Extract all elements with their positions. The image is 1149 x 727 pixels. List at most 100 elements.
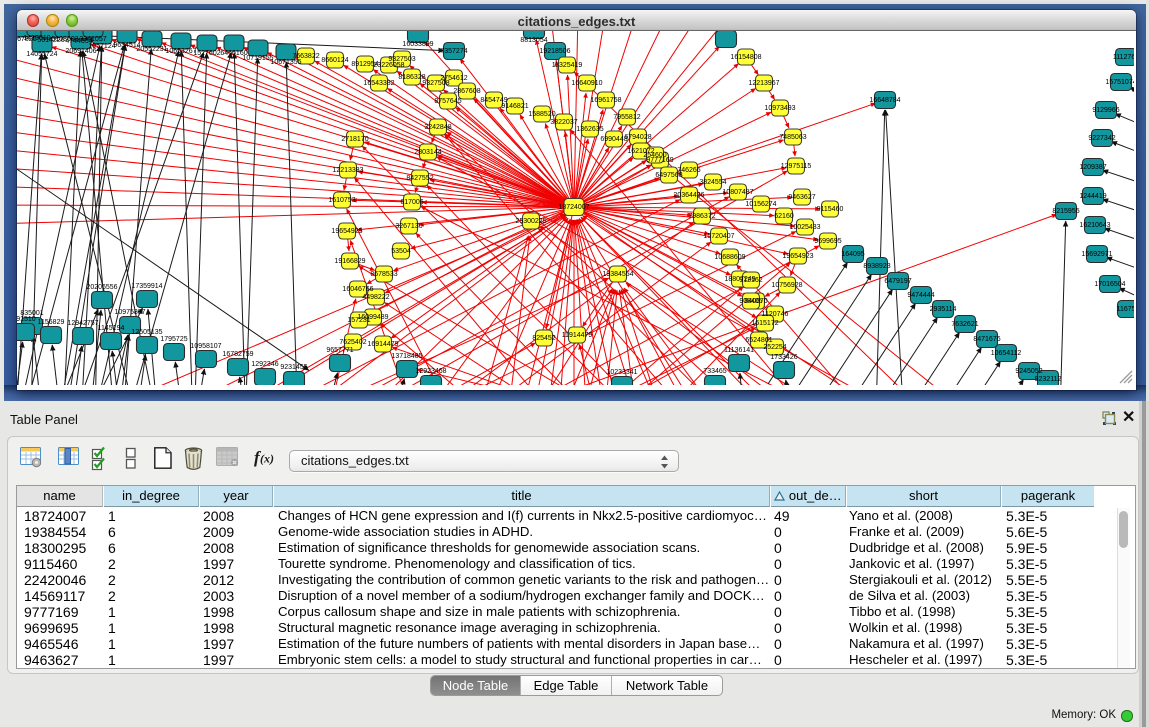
svg-text:17016504: 17016504 [1094, 281, 1125, 288]
svg-text:8427552: 8427552 [406, 175, 433, 182]
svg-text:10756928: 10756928 [771, 282, 802, 289]
svg-text:15751074: 15751074 [1105, 79, 1134, 86]
svg-text:16154808: 16154808 [730, 54, 761, 61]
svg-text:3267130: 3267130 [395, 223, 422, 230]
svg-text:6479197: 6479197 [884, 278, 911, 285]
svg-text:7663822: 7663822 [292, 53, 319, 60]
svg-text:8215955: 8215955 [1052, 208, 1079, 215]
svg-text:23226058: 23226058 [373, 62, 404, 69]
svg-text:19384554: 19384554 [602, 271, 633, 278]
svg-text:1527602: 1527602 [193, 50, 220, 57]
svg-text:9232112: 9232112 [1035, 376, 1062, 383]
svg-text:7357274: 7357274 [440, 48, 467, 55]
svg-text:17359914: 17359914 [131, 283, 162, 290]
svg-text:20364436: 20364436 [673, 192, 704, 199]
svg-text:11136141: 11136141 [724, 347, 754, 354]
svg-text:19654925: 19654925 [331, 228, 362, 235]
svg-text:8471676: 8471676 [973, 336, 1000, 343]
svg-text:9129966: 9129966 [1092, 107, 1119, 114]
svg-text:8660124: 8660124 [321, 57, 348, 64]
svg-text:10973493: 10973493 [764, 105, 795, 112]
svg-text:12505135: 12505135 [131, 329, 162, 336]
svg-text:252254: 252254 [763, 344, 786, 351]
svg-text:19654923: 19654923 [782, 253, 813, 260]
svg-text:1209387: 1209387 [1079, 164, 1106, 171]
svg-text:16543382: 16543382 [363, 80, 394, 87]
svg-text:16782759: 16782759 [222, 351, 253, 358]
svg-text:1244419: 1244419 [1079, 193, 1106, 200]
svg-text:116753: 116753 [1117, 306, 1134, 313]
svg-text:10653267: 10653267 [165, 48, 196, 55]
svg-text:1112763: 1112763 [1113, 54, 1134, 61]
svg-text:16210643: 16210643 [1079, 222, 1110, 229]
svg-text:9463627: 9463627 [788, 194, 815, 201]
svg-text:16914479: 16914479 [367, 341, 398, 348]
svg-text:20206556: 20206556 [86, 284, 117, 291]
svg-text:9231455: 9231455 [280, 364, 307, 371]
svg-text:15692971: 15692971 [1081, 251, 1112, 258]
svg-text:733465: 733465 [703, 368, 726, 375]
svg-text:1615172: 1615172 [751, 320, 778, 327]
svg-text:11914479: 11914479 [562, 332, 593, 339]
svg-text:(x): (x) [260, 452, 274, 466]
svg-text:15720407: 15720407 [703, 233, 734, 240]
svg-text:908405: 908405 [739, 298, 762, 305]
svg-text:3242848: 3242848 [424, 124, 451, 131]
svg-text:10025433: 10025433 [789, 224, 820, 231]
svg-text:12213967: 12213967 [748, 80, 779, 87]
svg-text:10958107: 10958107 [190, 343, 221, 350]
svg-text:12213383: 12213383 [332, 167, 363, 174]
svg-text:11325419: 11325419 [552, 62, 583, 69]
svg-text:9474444: 9474444 [907, 292, 934, 299]
svg-text:2935114: 2935114 [930, 306, 957, 313]
svg-text:7986372: 7986372 [688, 213, 715, 220]
svg-text:62160: 62160 [774, 213, 794, 220]
svg-text:14055724: 14055724 [26, 51, 57, 58]
svg-text:10156274: 10156274 [745, 201, 776, 208]
svg-text:825452: 825452 [532, 335, 555, 342]
svg-text:9146821: 9146821 [501, 103, 528, 110]
svg-text:617006: 617006 [400, 199, 423, 206]
svg-text:12975115: 12975115 [781, 163, 812, 170]
svg-text:53504: 53504 [391, 248, 411, 255]
svg-text:391510: 391510 [17, 316, 36, 323]
svg-text:19166829: 19166829 [334, 258, 365, 265]
svg-text:13718485: 13718485 [391, 353, 422, 360]
svg-text:2867608: 2867608 [453, 88, 480, 95]
svg-text:12942757: 12942757 [67, 320, 98, 327]
svg-text:8938923: 8938923 [863, 263, 890, 270]
svg-text:9227342: 9227342 [1088, 135, 1115, 142]
svg-text:16046766: 16046766 [342, 286, 373, 293]
svg-text:10233341: 10233341 [606, 369, 637, 376]
svg-text:7632621: 7632621 [951, 321, 978, 328]
svg-text:4498222: 4498222 [362, 294, 389, 301]
svg-text:16640910: 16640910 [571, 80, 602, 87]
svg-text:254600: 254600 [643, 152, 666, 159]
svg-text:6524861: 6524861 [745, 337, 772, 344]
svg-text:9657771: 9657771 [326, 347, 353, 354]
svg-text:16033809: 16033809 [402, 41, 433, 48]
svg-text:1362635: 1362635 [576, 126, 603, 133]
svg-text:10654112: 10654112 [991, 350, 1022, 357]
svg-text:7485063: 7485063 [779, 134, 806, 141]
svg-text:8678533: 8678533 [370, 271, 397, 278]
svg-text:1120746: 1120746 [762, 311, 789, 318]
svg-text:157231: 157231 [347, 317, 370, 324]
svg-text:1733426: 1733426 [770, 354, 797, 361]
svg-text:1145194: 1145194 [98, 325, 125, 332]
svg-text:3824554: 3824554 [699, 179, 726, 186]
svg-text:1292346: 1292346 [251, 361, 278, 368]
svg-text:746266: 746266 [677, 167, 700, 174]
svg-text:10975887: 10975887 [114, 309, 145, 316]
svg-text:8757645: 8757645 [434, 98, 461, 105]
svg-text:16961758: 16961758 [590, 97, 621, 104]
svg-text:7955812: 7955812 [613, 114, 640, 121]
svg-text:9699695: 9699695 [814, 238, 841, 245]
svg-text:3341057: 3341057 [79, 36, 106, 43]
svg-text:10688609: 10688609 [714, 254, 745, 261]
svg-text:9115460: 9115460 [817, 206, 844, 213]
svg-text:6794028: 6794028 [624, 134, 651, 141]
svg-text:10671355: 10671355 [270, 59, 301, 66]
svg-text:912162: 912162 [739, 277, 762, 284]
svg-text:12923468: 12923468 [415, 368, 446, 375]
